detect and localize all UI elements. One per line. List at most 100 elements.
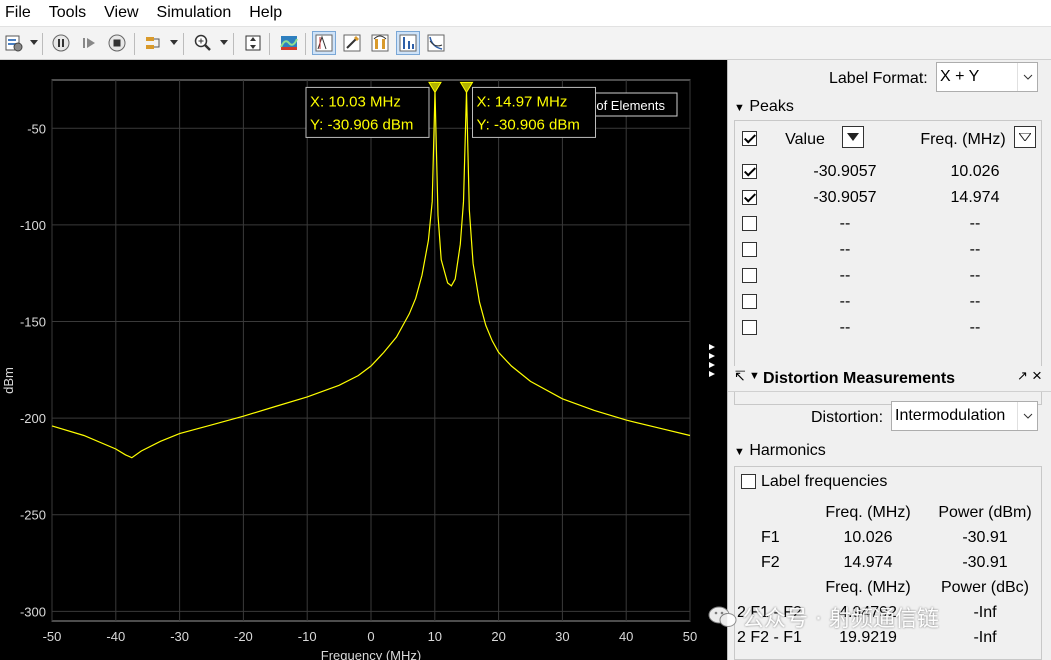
y-tick-label: -100 bbox=[20, 218, 46, 233]
distortion-type-select[interactable]: Intermodulation bbox=[891, 401, 1038, 431]
highlight-icon[interactable] bbox=[141, 31, 165, 55]
stop-icon[interactable] bbox=[105, 31, 129, 55]
x-tick-label: 30 bbox=[555, 629, 569, 644]
panel-collapse-arrows-icon[interactable] bbox=[707, 342, 717, 378]
menu-view[interactable]: View bbox=[103, 4, 139, 22]
peaks-select-all-checkbox[interactable] bbox=[742, 131, 757, 146]
settings-dropdown-icon[interactable] bbox=[30, 40, 38, 45]
spectrum-plot[interactable]: -50 -40 -30 -20 -10 0 10 20 30 40 50-50-100-150-20… bbox=[0, 60, 727, 660]
spectrum-plot-panel: -50 -40 -30 -20 -10 0 10 20 30 40 50 -50 -100 -150 -20… bbox=[0, 60, 727, 660]
toolbar-separator bbox=[233, 33, 234, 55]
x-tick-label: 40 bbox=[619, 629, 633, 644]
toolbar-separator bbox=[305, 33, 306, 55]
peaks-section-header[interactable]: ▼ Peaks bbox=[734, 98, 794, 116]
zoom-in-icon[interactable] bbox=[191, 31, 215, 55]
peak-value: -- bbox=[839, 215, 851, 232]
peak-value: -30.9057 bbox=[813, 163, 877, 180]
peak-checkbox[interactable] bbox=[742, 216, 757, 231]
distortion-title: Distortion Measurements bbox=[763, 370, 956, 387]
peak-freq: -- bbox=[969, 267, 981, 284]
y-tick-label: -200 bbox=[20, 411, 46, 426]
undock-icon[interactable]: ↗ bbox=[1017, 368, 1028, 384]
harmonic-name: F2 bbox=[761, 554, 780, 571]
step-forward-icon[interactable] bbox=[77, 31, 101, 55]
peak-checkbox[interactable] bbox=[742, 294, 757, 309]
label-format-value: X + Y bbox=[940, 68, 980, 85]
y-axis-label: dBm bbox=[1, 367, 16, 394]
peaks-freq-header: Freq. (MHz) bbox=[920, 131, 1006, 148]
collapse-triangle-icon[interactable]: ▼ bbox=[749, 370, 760, 382]
harmonics-section-header[interactable]: ▼ Harmonics bbox=[734, 442, 826, 460]
x-tick-label: 50 bbox=[683, 629, 697, 644]
scale-axes-icon[interactable] bbox=[241, 31, 265, 55]
chevron-down-icon bbox=[1017, 63, 1037, 91]
pin-icon[interactable]: ↸ bbox=[734, 368, 746, 385]
zoom-dropdown-icon[interactable] bbox=[220, 40, 228, 45]
y-tick-label: -250 bbox=[20, 508, 46, 523]
close-icon[interactable]: × bbox=[1032, 366, 1042, 386]
label-format-label: Label Format: bbox=[829, 70, 928, 87]
peak-checkbox[interactable] bbox=[742, 242, 757, 257]
peak-checkbox[interactable] bbox=[742, 190, 757, 205]
toolbar-separator bbox=[134, 33, 135, 55]
spectrum-analyzer-window: File Tools View Simulation Help -50 -40 … bbox=[0, 0, 1051, 660]
collapse-triangle-icon: ▼ bbox=[734, 102, 745, 114]
data-cursors-icon[interactable] bbox=[312, 31, 336, 55]
peak-value: -- bbox=[839, 319, 851, 336]
watermark: 公众号 · 射频通信链 bbox=[708, 600, 939, 634]
toolbar-separator bbox=[42, 33, 43, 55]
x-tick-label: 0 bbox=[367, 629, 374, 644]
imd-power-dbc-header: Power (dBc) bbox=[940, 579, 1030, 596]
menu-help[interactable]: Help bbox=[248, 4, 283, 22]
harmonic-freq: 10.026 bbox=[843, 529, 893, 546]
distortion-label: Distortion: bbox=[811, 409, 884, 426]
pause-icon[interactable] bbox=[49, 31, 73, 55]
y-tick-label: -150 bbox=[20, 315, 46, 330]
label-format-select[interactable]: X + Y bbox=[936, 62, 1038, 92]
imd-power: -Inf bbox=[973, 604, 997, 621]
sort-value-icon[interactable] bbox=[842, 126, 864, 148]
peak-checkbox[interactable] bbox=[742, 320, 757, 335]
peak-checkbox[interactable] bbox=[742, 268, 757, 283]
x-tick-label: -20 bbox=[234, 629, 253, 644]
x-tick-label: -40 bbox=[106, 629, 125, 644]
peak-freq: -- bbox=[969, 319, 981, 336]
sort-freq-icon[interactable] bbox=[1014, 126, 1036, 148]
peak-value: -- bbox=[839, 241, 851, 258]
distortion-panel-header: ↸ ▼ Distortion Measurements ↗ × bbox=[728, 366, 1051, 392]
y-tick-label: -50 bbox=[27, 121, 46, 136]
peak-freq: -- bbox=[969, 215, 981, 232]
peak-y-label: Y: -30.906 dBm bbox=[310, 116, 413, 133]
label-frequencies-checkbox[interactable] bbox=[741, 474, 756, 489]
menu-simulation[interactable]: Simulation bbox=[156, 4, 233, 22]
toolbar bbox=[0, 26, 1051, 60]
x-tick-label: -30 bbox=[170, 629, 189, 644]
menu-file[interactable]: File bbox=[4, 4, 32, 22]
x-tick-label: -10 bbox=[298, 629, 317, 644]
label-frequencies-text: Label frequencies bbox=[761, 473, 888, 490]
spectrum-settings-icon[interactable] bbox=[277, 31, 301, 55]
distortion-measurements-icon[interactable] bbox=[396, 31, 420, 55]
channel-measurements-icon[interactable] bbox=[368, 31, 392, 55]
peak-y-label: Y: -30.906 dBm bbox=[477, 116, 580, 133]
highlight-dropdown-icon[interactable] bbox=[170, 40, 178, 45]
x-tick-label: 10 bbox=[428, 629, 442, 644]
peak-value: -30.9057 bbox=[813, 189, 877, 206]
settings-icon[interactable] bbox=[2, 31, 26, 55]
harmonic-power: -30.91 bbox=[962, 529, 1008, 546]
distortion-type-value: Intermodulation bbox=[895, 407, 1006, 424]
peak-freq: 10.026 bbox=[950, 163, 1000, 180]
chevron-down-icon bbox=[1017, 402, 1037, 430]
peak-value: -- bbox=[839, 293, 851, 310]
menu-tools[interactable]: Tools bbox=[48, 4, 87, 22]
harmonic-freq: 14.974 bbox=[843, 554, 893, 571]
wechat-logo-icon bbox=[708, 606, 737, 627]
imd-freq-header: Freq. (MHz) bbox=[825, 579, 911, 596]
watermark-text: 公众号 · 射频通信链 bbox=[742, 607, 939, 632]
harmonic-power: -30.91 bbox=[962, 554, 1008, 571]
peak-checkbox[interactable] bbox=[742, 164, 757, 179]
peak-finder-icon[interactable] bbox=[340, 31, 364, 55]
ccdf-icon[interactable] bbox=[424, 31, 448, 55]
peak-freq: 14.974 bbox=[950, 189, 1000, 206]
peaks-title: Peaks bbox=[749, 98, 794, 115]
